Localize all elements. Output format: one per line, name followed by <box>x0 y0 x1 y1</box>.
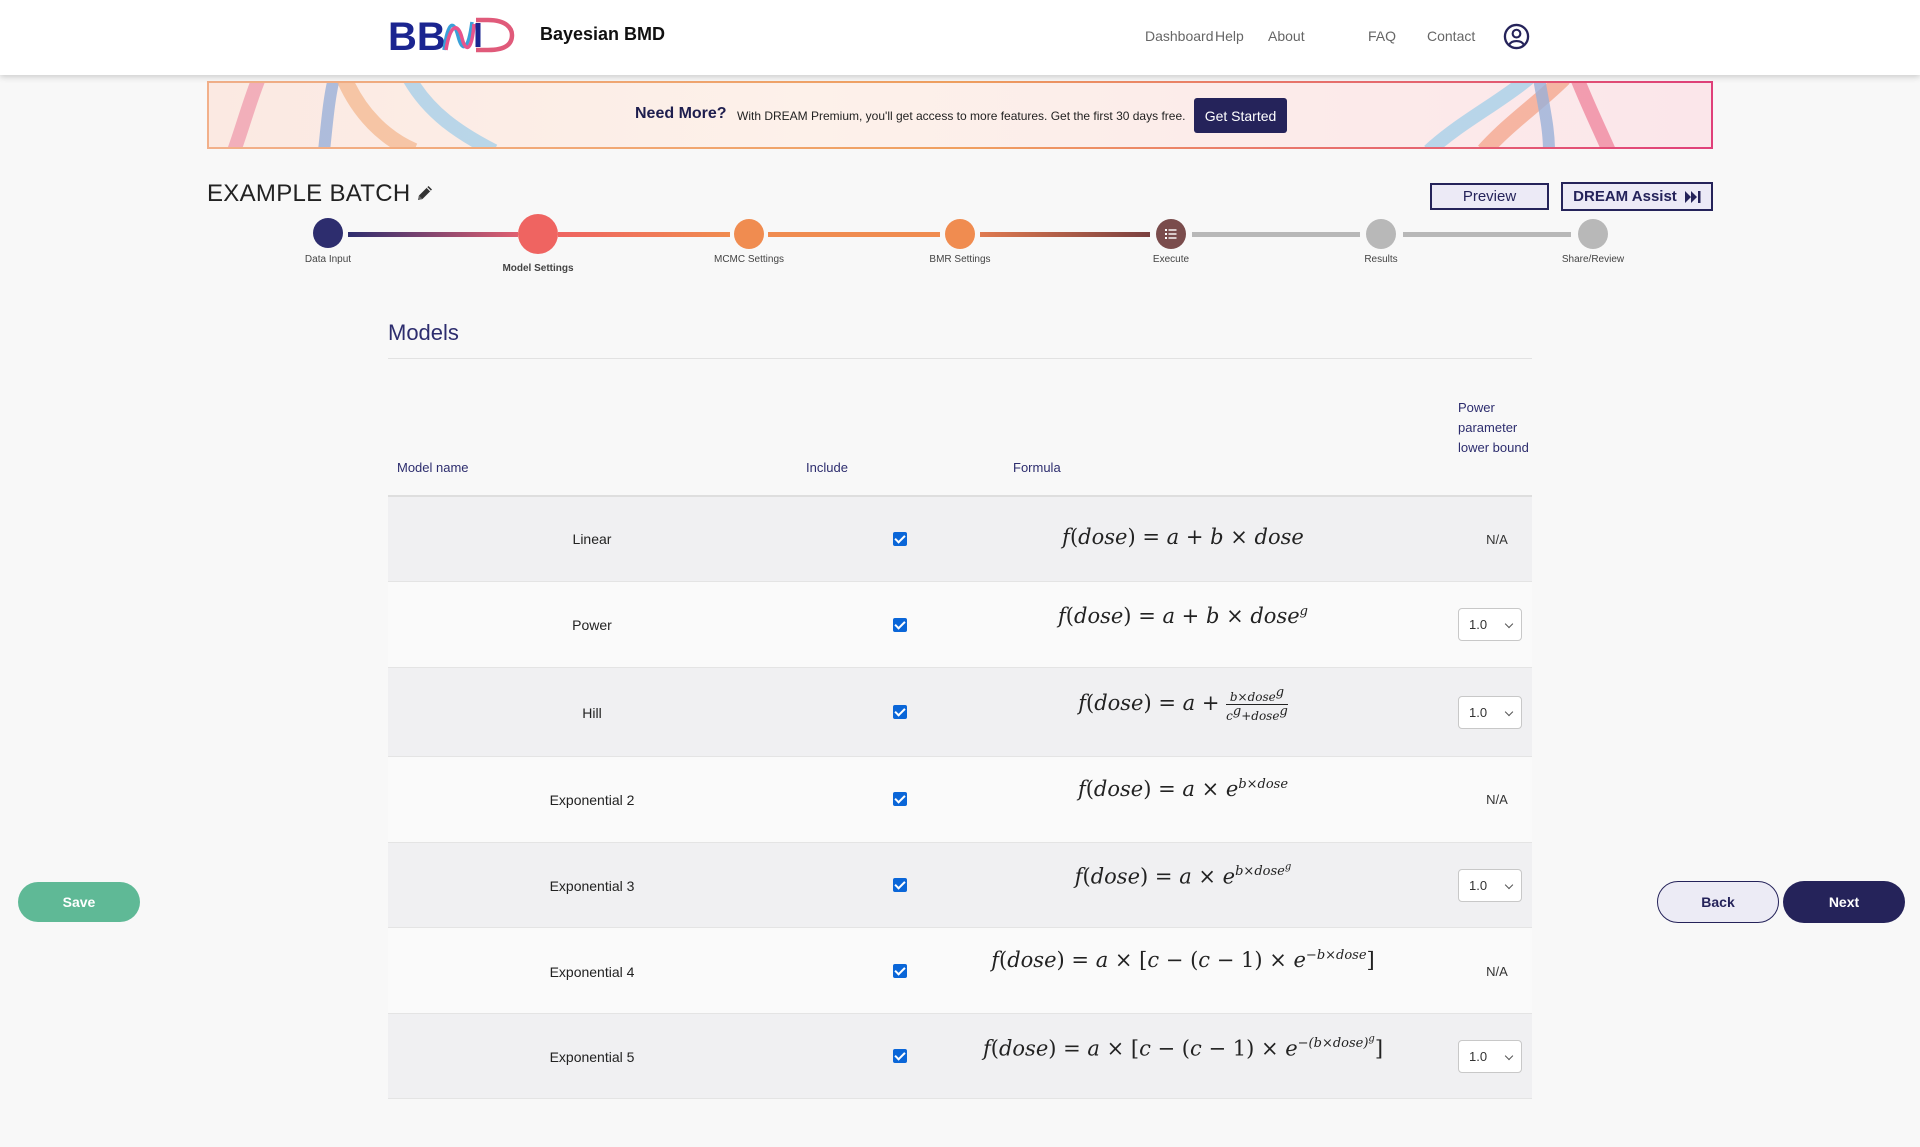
step-bmr-settings[interactable] <box>945 219 975 249</box>
column-header-model-name: Model name <box>397 460 469 475</box>
formula: f(dose) = a × [c − (c − 1) × e−b×dose] <box>991 948 1375 972</box>
model-name: Linear <box>572 531 612 547</box>
table-row: Exponential 2 f(dose) = a × eb×dose N/A <box>388 757 1532 843</box>
formula: f(dose) = a + b × dose <box>1062 525 1304 549</box>
step-label: MCMC Settings <box>713 254 784 265</box>
step-label: BMR Settings <box>929 254 991 265</box>
step-model-settings[interactable] <box>518 214 558 254</box>
dream-assist-label: DREAM Assist <box>1573 188 1677 205</box>
include-checkbox[interactable] <box>893 705 907 719</box>
preview-button[interactable]: Preview <box>1430 183 1549 210</box>
nav-contact[interactable]: Contact <box>1427 28 1475 44</box>
list-icon <box>1165 229 1177 239</box>
banner-text: With DREAM Premium, you'll get access to… <box>737 109 1186 123</box>
model-name: Hill <box>582 705 602 721</box>
power-bound-select[interactable]: 1.0 <box>1458 869 1522 902</box>
table-row: Power f(dose) = a + b × doseg 1.0 <box>388 582 1532 668</box>
divider <box>388 358 1532 359</box>
app-name: Bayesian BMD <box>540 24 666 44</box>
section-title: Models <box>388 320 459 345</box>
column-header-power-lower-bound: Power parameter lower bound <box>1458 400 1529 455</box>
power-bound-select[interactable]: 1.0 <box>1458 608 1522 641</box>
table-row: Exponential 4 f(dose) = a × [c − (c − 1)… <box>388 928 1532 1014</box>
step-connector <box>558 232 730 237</box>
pencil-icon[interactable] <box>415 183 435 203</box>
step-connector <box>348 232 518 237</box>
step-connector <box>1403 232 1571 237</box>
premium-banner: Need More? With DREAM Premium, you'll ge… <box>207 81 1713 149</box>
step-label: Model Settings <box>502 263 574 274</box>
table-row: Linear f(dose) = a + b × dose N/A <box>388 497 1532 582</box>
power-bound-select[interactable]: 1.0 <box>1458 696 1522 729</box>
step-connector <box>1192 232 1360 237</box>
power-bound-select[interactable]: 1.0 <box>1458 1040 1522 1073</box>
step-label: Share/Review <box>1561 254 1625 265</box>
step-mcmc-settings[interactable] <box>734 219 764 249</box>
step-connector <box>980 232 1150 237</box>
save-button[interactable]: Save <box>18 882 140 922</box>
bbmd-logo[interactable]: BB <box>388 14 522 56</box>
nav-help[interactable]: Help <box>1215 28 1244 44</box>
model-name: Exponential 4 <box>549 964 635 980</box>
banner-decoration-right <box>1424 83 1615 147</box>
nav-faq[interactable]: FAQ <box>1368 28 1396 44</box>
step-data-input[interactable] <box>313 218 343 248</box>
table-row: Hill f(dose) = a + b×doseg cg+doseg 1.0 <box>388 668 1532 757</box>
include-checkbox[interactable] <box>893 618 907 632</box>
include-checkbox[interactable] <box>893 1049 907 1063</box>
model-name: Power <box>572 617 612 633</box>
step-share-review[interactable] <box>1578 219 1608 249</box>
get-started-button[interactable]: Get Started <box>1194 98 1287 133</box>
svg-text:BB: BB <box>388 15 446 56</box>
user-circle-icon[interactable] <box>1503 23 1530 50</box>
model-name: Exponential 5 <box>549 1049 635 1065</box>
power-bound-na: N/A <box>1486 792 1508 807</box>
banner-title: Need More? <box>635 105 727 122</box>
step-label: Results <box>1364 254 1398 265</box>
nav-about[interactable]: About <box>1268 28 1305 44</box>
fast-forward-icon <box>1684 190 1701 203</box>
step-results[interactable] <box>1366 219 1396 249</box>
top-navbar: BB Bayesian BMD Dashboard Help About FAQ… <box>0 0 1920 75</box>
model-name: Exponential 3 <box>549 878 635 894</box>
include-checkbox[interactable] <box>893 532 907 546</box>
table-row: Exponential 5 f(dose) = a × [c − (c − 1)… <box>388 1014 1532 1099</box>
step-connector <box>768 232 940 237</box>
table-row: Exponential 3 f(dose) = a × eb×doseg 1.0 <box>388 843 1532 928</box>
include-checkbox[interactable] <box>893 964 907 978</box>
column-header-formula: Formula <box>1013 460 1061 475</box>
formula: f(dose) = a + b×doseg cg+doseg <box>1078 685 1288 723</box>
step-execute[interactable] <box>1156 219 1186 249</box>
dream-assist-button[interactable]: DREAM Assist <box>1561 182 1713 211</box>
formula: f(dose) = a × [c − (c − 1) × e−(b×dose)g… <box>982 1034 1384 1061</box>
formula: f(dose) = a × eb×dose <box>1077 777 1289 801</box>
step-label: Data Input <box>304 254 352 265</box>
power-bound-na: N/A <box>1486 964 1508 979</box>
model-name: Exponential 2 <box>549 792 635 808</box>
step-label: Execute <box>1152 254 1190 265</box>
banner-decoration-left <box>227 83 498 147</box>
power-bound-na: N/A <box>1486 532 1508 547</box>
next-button[interactable]: Next <box>1783 881 1905 923</box>
column-header-include: Include <box>806 460 848 475</box>
back-button[interactable]: Back <box>1657 881 1779 923</box>
formula: f(dose) = a + b × doseg <box>1058 604 1308 628</box>
formula: f(dose) = a × eb×doseg <box>1074 862 1292 889</box>
batch-title: EXAMPLE BATCH <box>207 180 411 207</box>
include-checkbox[interactable] <box>893 878 907 892</box>
nav-dashboard[interactable]: Dashboard <box>1145 28 1214 44</box>
include-checkbox[interactable] <box>893 792 907 806</box>
